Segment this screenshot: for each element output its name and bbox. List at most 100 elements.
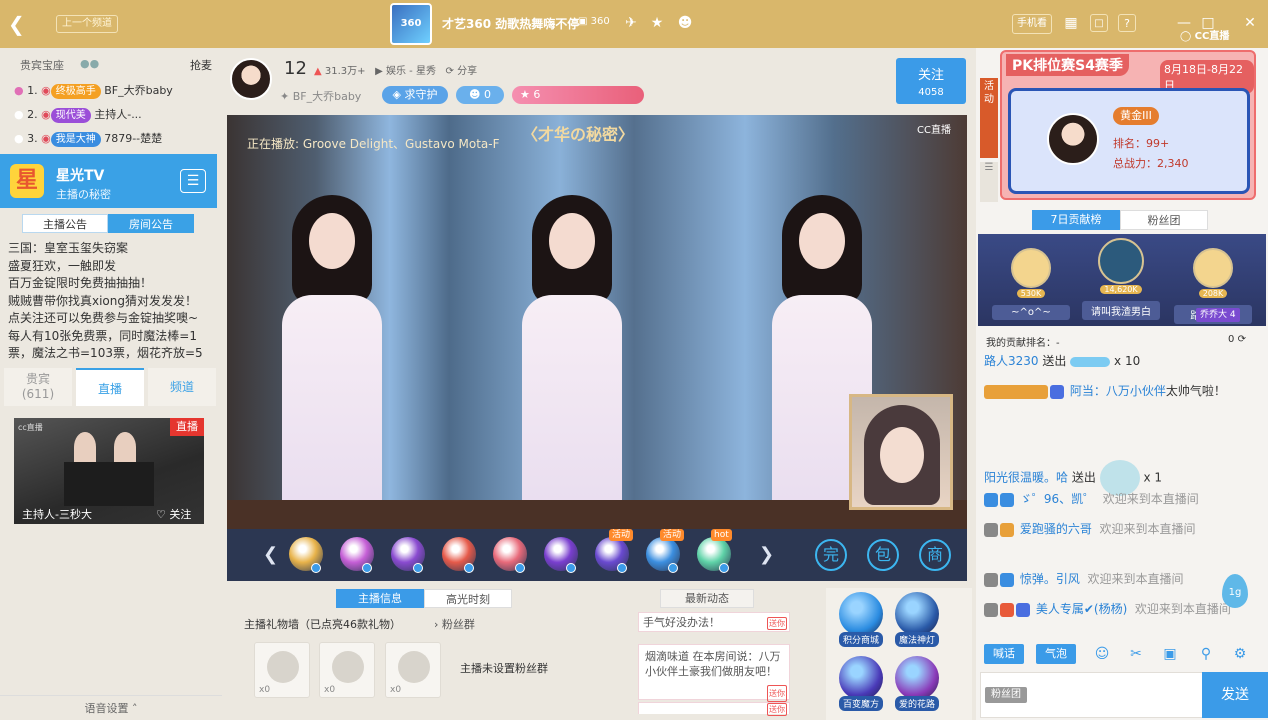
voice-settings-button[interactable]: 语音设置 ˄ — [0, 695, 222, 720]
close-icon[interactable]: ✕ — [1242, 14, 1258, 32]
podium-second[interactable]: 530K ~^o^~ — [992, 248, 1070, 320]
news-text: 烟滴味道 在本房间说：八万小伙伴土豪我们做朋友吧！ — [645, 650, 781, 678]
room-logo-text: 360 — [392, 5, 430, 43]
tab-fan-club[interactable]: 粉丝团 — [1120, 210, 1208, 230]
anchor-avatar[interactable] — [230, 58, 272, 100]
live-thumbnail[interactable]: cc直播 直播 主持人-三秒大 ♡ 关注 — [14, 418, 204, 524]
gift-slot[interactable]: x0 — [254, 642, 310, 698]
user-badge-icon — [984, 492, 998, 507]
rank-dot-icon: ● — [14, 108, 24, 121]
notice-line: 贼贼曹带你找真xiong猜对发发发！ — [8, 293, 198, 308]
menu-icon[interactable]: ☰ — [180, 169, 206, 193]
news-tag: 送你 — [767, 685, 787, 702]
gift-count-dot — [515, 563, 525, 573]
star-logo-icon: 星 — [10, 164, 44, 198]
help-icon[interactable]: ? — [1118, 14, 1136, 32]
scissors-icon[interactable]: ✂ — [1126, 644, 1146, 664]
feature-2[interactable]: 百变魔方 — [836, 656, 886, 711]
chat-list: 路人3230 送出 x 10 阿当：八万小伙伴太帅气啦！ 阳光很温暖。哈 送出 … — [984, 350, 1254, 650]
notice-line: 三国：皇室玉玺失窃案 — [8, 241, 129, 255]
fan-club-badge[interactable]: 粉丝团 — [985, 687, 1027, 703]
shout-button[interactable]: 喊话 — [984, 644, 1024, 664]
follow-button[interactable]: 关注 4058 — [896, 58, 966, 104]
left-panel: 贵宾宝座 ●● 抢麦 ● 1. ◉ 终极高手 BF_大乔baby ● 2. ◉ 现代美… — [0, 48, 222, 720]
thumb-follow-button[interactable]: ♡ 关注 — [156, 506, 191, 522]
activity-tab[interactable]: 活动 — [980, 78, 998, 158]
chat-user[interactable]: 惊弹。引风 — [1020, 572, 1080, 586]
gift-slot-count: x0 — [324, 685, 336, 695]
rank-item[interactable]: ● 3. ◉ 我是大神 7879--楚楚 — [14, 130, 236, 147]
chat-user[interactable]: 阳光很温暖。哈 — [984, 471, 1068, 485]
fans-button[interactable]: ☻ 0 — [456, 86, 504, 104]
gift-slot[interactable]: x0 — [385, 642, 441, 698]
share-icon: ⟳ — [445, 66, 454, 77]
tab-vip[interactable]: 贵宾 (611) — [4, 368, 72, 406]
chat-text: 欢迎来到本直播间 — [1099, 522, 1196, 536]
side-tab[interactable]: ☰ — [980, 162, 998, 202]
rank-item[interactable]: ● 1. ◉ 终极高手 BF_大乔baby — [14, 82, 236, 99]
dancer-left — [257, 195, 407, 529]
podium-avatar — [1193, 248, 1233, 288]
send-button[interactable]: 发送 — [1202, 672, 1268, 718]
tab-anchor-info[interactable]: 主播信息 — [336, 589, 424, 608]
info-tabs: 主播信息 高光时刻 — [336, 589, 512, 608]
tab-highlights[interactable]: 高光时刻 — [424, 589, 512, 608]
tab-room-notice[interactable]: 房间公告 — [108, 214, 194, 233]
feature-0[interactable]: 积分商城 — [836, 592, 886, 647]
feature-1[interactable]: 魔法神灯 — [892, 592, 942, 647]
face — [549, 213, 595, 269]
show-title: 〈才华の秘密〉 — [522, 125, 635, 144]
chevron-left-icon[interactable]: ❮ — [263, 543, 278, 567]
feature-3[interactable]: 爱的花路 — [892, 656, 942, 711]
back-arrow-icon[interactable]: ❮ — [8, 12, 28, 36]
image-icon[interactable]: ▣ — [1160, 644, 1180, 664]
chevron-right-icon[interactable]: ❯ — [759, 543, 774, 567]
podium-first[interactable]: 14,620K 请叫我渣男白 — [1082, 238, 1160, 320]
refresh-icon[interactable]: ⟳ — [1238, 334, 1246, 345]
bag-icon[interactable]: 包 — [867, 539, 899, 571]
chat-user[interactable]: ゞ゜96、凯゜ — [1020, 492, 1095, 506]
gift-slot[interactable]: x0 — [319, 642, 375, 698]
phone-view-button[interactable]: 手机看 — [1012, 14, 1052, 34]
tab-7day-rank[interactable]: 7日贡献榜 — [1032, 210, 1120, 230]
tab-channel[interactable]: 频道 — [148, 368, 216, 406]
complete-icon[interactable]: 完 — [815, 539, 847, 571]
rank-item[interactable]: ● 2. ◉ 现代美 主持人-... — [14, 106, 236, 123]
rank-dot-icon: ● — [14, 84, 24, 97]
lock-icon[interactable]: ⚲ — [1196, 644, 1216, 664]
emoji-icon[interactable]: ☺ — [1092, 644, 1112, 664]
chat-user[interactable]: 爱跑骚的六哥 — [1020, 522, 1092, 536]
star-icon[interactable]: ★ — [648, 14, 666, 32]
category-link[interactable]: 娱乐 - 星秀 — [386, 66, 436, 77]
tab-anchor-notice[interactable]: 主播公告 — [22, 214, 108, 233]
pk-rank-card[interactable]: PK排位赛S4赛季 8月18日-8月22日 黄金III 排名：99+ 总战力：2… — [1000, 50, 1256, 200]
notice-line: 票，魔法之书=103票，烟花齐放=5 — [8, 346, 203, 360]
plane-icon[interactable]: ✈ — [622, 14, 640, 32]
bubble-button[interactable]: 气泡 — [1036, 644, 1076, 664]
settings-icon[interactable]: ⚙ — [1230, 644, 1250, 664]
chat-message: 路人3230 送出 x 10 — [984, 352, 1254, 370]
grab-mic-button[interactable]: 抢麦 — [190, 57, 212, 73]
id-icon: ▣ — [578, 16, 591, 27]
guard-button[interactable]: ◈ 求守护 — [382, 86, 448, 104]
group-icon[interactable]: ☻ — [676, 14, 694, 32]
chat-user[interactable]: 美人专属✔(杨杨) — [1036, 602, 1127, 616]
news-tab[interactable]: 最新动态 — [660, 589, 754, 608]
follow-label: 关注 — [917, 68, 944, 83]
grid-icon[interactable]: ▦ — [1062, 14, 1080, 32]
chat-user[interactable]: 路人3230 — [984, 354, 1039, 368]
prev-channel-button[interactable]: 上一个频道 — [56, 15, 118, 33]
chat-message: 惊弹。引风 欢迎来到本直播间 — [984, 570, 1254, 588]
chat-user[interactable]: 阿当：八万小伙伴 — [1070, 384, 1166, 398]
shop-icon[interactable]: 商 — [919, 539, 951, 571]
water-drop-icon[interactable]: 1g — [1222, 574, 1248, 608]
share-button[interactable]: 分享 — [457, 66, 477, 77]
notepad-icon[interactable]: □ — [1090, 14, 1108, 32]
channel-banner[interactable]: 星 星光TV 主播の秘密 ☰ — [0, 154, 217, 208]
picture-in-picture[interactable] — [849, 394, 953, 510]
video-player[interactable]: 正在播放: Groove Delight、Gustavo Mota-F 〈才华の… — [227, 115, 967, 529]
heart-icon: ♡ — [156, 508, 170, 521]
tab-live[interactable]: 直播 — [76, 368, 144, 406]
chat-input[interactable]: 粉丝团 — [980, 672, 1204, 718]
channel-subtitle: 主播の秘密 — [56, 188, 111, 201]
